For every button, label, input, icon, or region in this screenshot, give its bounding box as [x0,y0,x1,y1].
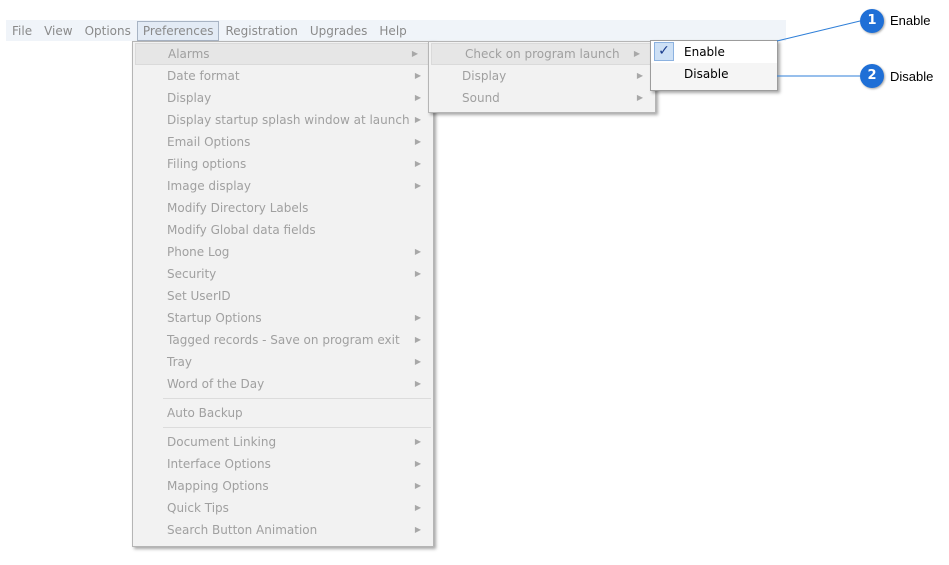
menu-item-label: Document Linking [167,435,277,449]
menu-item-date-format[interactable]: Date format ▶ [133,65,433,87]
menu-item-label: Display startup splash window at launch [167,113,410,127]
menu-item-label: Quick Tips [167,501,229,515]
menu-item-label: Date format [167,69,240,83]
menu-item-label: Alarms [168,47,210,61]
menu-item-security[interactable]: Security ▶ [133,263,433,285]
menu-bar: File View Options Preferences Registration Up… [6,20,786,41]
menu-item-label: Sound [462,91,500,105]
menubar-item-registration[interactable]: Registration [219,21,303,41]
menu-item-label: Enable [684,45,725,59]
submenu-arrow-icon: ▶ [414,269,421,278]
menu-item-interface-options[interactable]: Interface Options ▶ [133,453,433,475]
callout-label-enable: Enable [890,13,931,28]
menu-item-label: Auto Backup [167,406,243,420]
submenu-arrow-icon: ▶ [414,313,421,322]
preferences-menu: Alarms ▶ Date format ▶ Display ▶ Display start… [132,41,434,547]
menu-item-label: Set UserID [167,289,231,303]
submenu-arrow-icon: ▶ [414,481,421,490]
check-on-launch-submenu: ✓ Enable Disable [650,40,778,91]
submenu-arrow-icon: ▶ [414,71,421,80]
submenu-arrow-icon: ▶ [414,181,421,190]
menu-item-label: Mapping Options [167,479,269,493]
menu-item-phone-log[interactable]: Phone Log ▶ [133,241,433,263]
menu-item-label: Display [462,69,507,83]
menubar-item-help[interactable]: Help [373,21,412,41]
menu-item-label: Check on program launch [465,47,620,61]
submenu-arrow-icon: ▶ [414,525,421,534]
submenu-arrow-icon: ▶ [414,503,421,512]
menu-item-filing-options[interactable]: Filing options ▶ [133,153,433,175]
callout-line-1 [776,20,861,42]
submenu-arrow-icon: ▶ [414,379,421,388]
menu-separator [163,427,431,428]
submenu-arrow-icon: ▶ [414,335,421,344]
callout-label-disable: Disable [890,69,934,84]
callout-badge-1: 1 [860,9,884,33]
menu-item-modify-global-data-fields[interactable]: Modify Global data fields [133,219,433,241]
menu-item-label: Disable [684,67,729,81]
menu-item-display-startup-splash-window-at-launch[interactable]: Display startup splash window at launch ▶ [133,109,433,131]
menu-item-auto-backup[interactable]: Auto Backup [133,402,433,424]
menu-item-check-on-program-launch[interactable]: Check on program launch ▶ [431,43,653,65]
submenu-arrow-icon: ▶ [411,49,418,58]
menubar-item-upgrades[interactable]: Upgrades [304,21,374,41]
menu-item-label: Interface Options [167,457,271,471]
checkmark-icon: ✓ [654,42,674,61]
menu-item-label: Phone Log [167,245,230,259]
menu-item-quick-tips[interactable]: Quick Tips ▶ [133,497,433,519]
menu-item-word-of-the-day[interactable]: Word of the Day ▶ [133,373,433,395]
menu-item-display[interactable]: Display ▶ [429,65,655,87]
menu-item-label: Tray [167,355,192,369]
menu-item-label: Startup Options [167,311,262,325]
alarms-submenu: Check on program launch ▶ Display ▶ Sound ▶ [428,41,656,113]
menu-item-label: Filing options [167,157,247,171]
menu-item-email-options[interactable]: Email Options ▶ [133,131,433,153]
menu-item-set-userid[interactable]: Set UserID [133,285,433,307]
menu-item-label: Image display [167,179,252,193]
menu-item-disable[interactable]: Disable [651,63,777,85]
menubar-item-view[interactable]: View [38,21,78,41]
menu-item-tray[interactable]: Tray ▶ [133,351,433,373]
menu-item-label: Email Options [167,135,251,149]
menu-item-label: Modify Global data fields [167,223,316,237]
menu-item-display[interactable]: Display ▶ [133,87,433,109]
submenu-arrow-icon: ▶ [414,357,421,366]
menu-item-label: Security [167,267,217,281]
menu-item-enable[interactable]: ✓ Enable [651,41,777,63]
menu-item-document-linking[interactable]: Document Linking ▶ [133,431,433,453]
menu-item-label: Display [167,91,212,105]
submenu-arrow-icon: ▶ [414,159,421,168]
menu-item-mapping-options[interactable]: Mapping Options ▶ [133,475,433,497]
submenu-arrow-icon: ▶ [636,93,643,102]
menubar-item-options[interactable]: Options [79,21,137,41]
menubar-item-preferences[interactable]: Preferences [136,20,220,41]
submenu-arrow-icon: ▶ [414,247,421,256]
submenu-arrow-icon: ▶ [414,459,421,468]
submenu-arrow-icon: ▶ [414,437,421,446]
menu-separator [163,398,431,399]
menu-item-label: Tagged records - Save on program exit [167,333,400,347]
submenu-arrow-icon: ▶ [414,137,421,146]
callout-badge-2: 2 [860,64,884,88]
menu-item-alarms[interactable]: Alarms ▶ [135,43,431,65]
menu-item-startup-options[interactable]: Startup Options ▶ [133,307,433,329]
menu-item-search-button-animation[interactable]: Search Button Animation ▶ [133,519,433,541]
menu-item-label: Search Button Animation [167,523,318,537]
submenu-arrow-icon: ▶ [633,49,640,58]
submenu-arrow-icon: ▶ [414,115,421,124]
menu-item-label: Word of the Day [167,377,265,391]
menu-item-label: Modify Directory Labels [167,201,309,215]
menu-item-modify-directory-labels[interactable]: Modify Directory Labels [133,197,433,219]
menu-item-image-display[interactable]: Image display ▶ [133,175,433,197]
submenu-arrow-icon: ▶ [414,93,421,102]
menubar-item-file[interactable]: File [6,21,38,41]
menu-item-tagged-records-save-on-program-exit[interactable]: Tagged records - Save on program exit ▶ [133,329,433,351]
submenu-arrow-icon: ▶ [636,71,643,80]
menu-item-sound[interactable]: Sound ▶ [429,87,655,109]
